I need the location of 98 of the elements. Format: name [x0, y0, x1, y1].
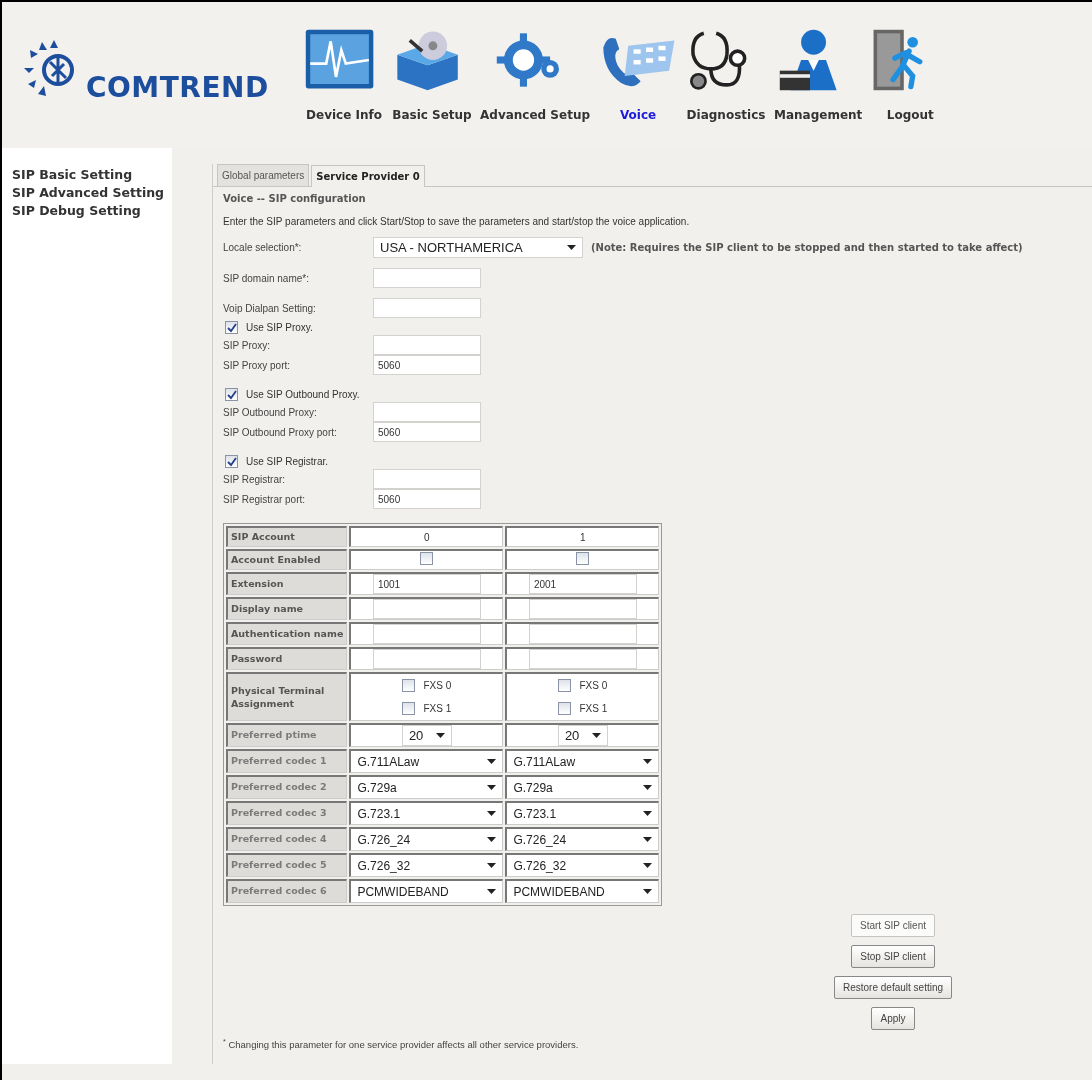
nav-link[interactable]: Management: [774, 106, 863, 124]
tab[interactable]: Global parameters: [217, 164, 310, 186]
caret-icon: [567, 244, 576, 251]
caret-icon: [487, 888, 497, 895]
section-title: Voice -- SIP configuration: [223, 192, 367, 206]
input-field[interactable]: [373, 268, 481, 288]
footnote: $^{*}$ Changing this parameter for one service provider affects all other service providers.: [223, 1038, 580, 1052]
row-header: Extension: [226, 572, 348, 595]
checkbox-label: Use SIP Proxy.: [246, 321, 313, 335]
dropdown[interactable]: 20: [557, 725, 608, 746]
caret-icon: [487, 784, 497, 791]
input-field[interactable]: [528, 624, 637, 644]
caret-icon: [435, 732, 445, 739]
field-label: SIP Outbound Proxy:: [223, 405, 318, 420]
checkbox-label: FXS 1: [579, 702, 608, 716]
dropdown[interactable]: 20: [401, 725, 452, 746]
input-field[interactable]: 2001: [528, 574, 637, 594]
row-header: Authentication name: [226, 622, 348, 645]
input-field[interactable]: [373, 469, 481, 489]
field-label: SIP Proxy:: [223, 338, 272, 353]
input-field[interactable]: [528, 599, 637, 619]
checkbox[interactable]: [402, 679, 416, 692]
input-field[interactable]: [373, 335, 481, 355]
checkbox[interactable]: [558, 702, 572, 715]
input-field[interactable]: [528, 649, 637, 669]
checkbox-label: Use SIP Registrar.: [246, 455, 329, 469]
checkmark-icon: [226, 389, 237, 400]
row-header: SIP Account: [226, 526, 348, 547]
row-header: Password: [226, 647, 348, 670]
nav-link[interactable]: Basic Setup: [392, 106, 472, 124]
caret-icon: [643, 810, 653, 817]
caret-icon: [487, 810, 497, 817]
caret-icon: [643, 784, 653, 791]
row-header: Preferred codec 6: [226, 879, 348, 903]
caret-icon: [643, 888, 653, 895]
checkbox-label: FXS 1: [423, 702, 452, 716]
row-header: Account Enabled: [226, 549, 348, 570]
nav-link[interactable]: Device Info: [306, 106, 382, 124]
note-text: (Note: Requires the SIP client to be stopped and then started to take affect): [591, 241, 1023, 255]
field-label: SIP Registrar:: [223, 472, 287, 487]
input-field[interactable]: 5060: [373, 422, 481, 442]
checkbox[interactable]: [402, 702, 416, 715]
checkmark-icon: [226, 456, 237, 467]
input-field[interactable]: 1001: [372, 574, 481, 594]
row-header: Preferred codec 2: [226, 775, 348, 799]
row-header: Preferred codec 4: [226, 827, 348, 851]
field-label: SIP Proxy port:: [223, 358, 292, 373]
button[interactable]: Restore default setting: [833, 976, 953, 999]
nav-link[interactable]: Advanced Setup: [480, 106, 590, 124]
input-field[interactable]: [372, 649, 481, 669]
sidebar-link[interactable]: SIP Advanced Setting: [12, 184, 172, 202]
checkbox[interactable]: [225, 388, 238, 401]
nav-link[interactable]: Diagnostics: [686, 106, 766, 124]
input-field[interactable]: [373, 402, 481, 422]
nav-link[interactable]: Voice: [619, 106, 657, 124]
field-label: SIP Outbound Proxy port:: [223, 425, 338, 440]
checkmark-icon: [226, 322, 237, 333]
input-field[interactable]: [372, 599, 481, 619]
row-header: Preferred codec 5: [226, 853, 348, 877]
button[interactable]: Stop SIP client: [851, 945, 935, 968]
row-header: Preferred codec 1: [226, 749, 348, 773]
input-field[interactable]: [372, 624, 481, 644]
checkbox-label: FXS 0: [423, 679, 452, 693]
checkbox[interactable]: [420, 551, 434, 565]
checkbox[interactable]: [225, 321, 238, 334]
caret-icon: [487, 862, 497, 869]
caret-icon: [591, 732, 601, 739]
checkbox[interactable]: [558, 679, 572, 692]
logo-text: COMTREND: [86, 74, 269, 102]
input-field[interactable]: 5060: [373, 355, 481, 375]
table-cell: 0: [349, 526, 504, 547]
instruction-text: Enter the SIP parameters and click Start/Stop to save the parameters and start/stop the voice application.: [223, 215, 691, 229]
button[interactable]: Apply: [871, 1007, 915, 1030]
checkbox-label: FXS 0: [579, 679, 608, 693]
field-label: Locale selection*:: [223, 241, 303, 255]
caret-icon: [643, 836, 653, 843]
checkbox[interactable]: [225, 455, 238, 468]
checkbox-label: Use SIP Outbound Proxy.: [246, 388, 360, 402]
field-label: SIP domain name*:: [223, 271, 310, 286]
dropdown[interactable]: USA - NORTHAMERICA: [373, 237, 583, 258]
row-header: Display name: [226, 597, 348, 620]
input-field[interactable]: [373, 298, 481, 318]
row-header: Preferred codec 3: [226, 801, 348, 825]
checkbox[interactable]: [576, 551, 590, 565]
input-field[interactable]: 5060: [373, 489, 481, 509]
field-label: SIP Registrar port:: [223, 492, 307, 507]
caret-icon: [643, 862, 653, 869]
caret-icon: [487, 758, 497, 765]
row-header: Physical Terminal Assignment: [226, 672, 348, 721]
table-cell: 1: [505, 526, 660, 547]
caret-icon: [643, 758, 653, 765]
nav-link[interactable]: Logout: [886, 106, 934, 124]
field-label: Voip Dialpan Setting:: [223, 301, 317, 316]
sidebar-link[interactable]: SIP Debug Setting: [12, 202, 172, 220]
sidebar-link[interactable]: SIP Basic Setting: [12, 166, 172, 184]
caret-icon: [487, 836, 497, 843]
tab[interactable]: Service Provider 0: [311, 165, 425, 187]
row-header: Preferred ptime: [226, 723, 348, 747]
